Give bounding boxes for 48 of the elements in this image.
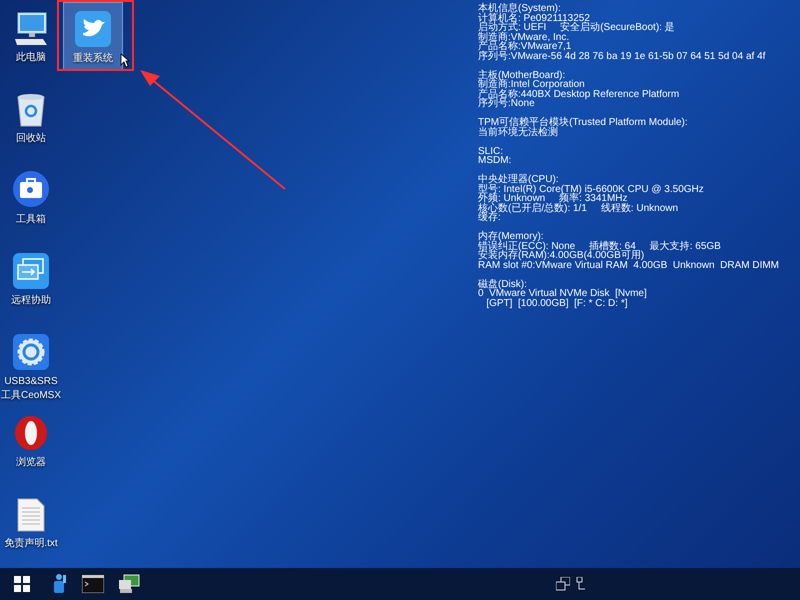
info-line: [GPT] [100.00GB] [F: * C: D: *] xyxy=(485,298,628,308)
info-line: 计算机名: Pe0921113252 xyxy=(478,14,590,23)
info-line: 0 VMware Virtual NVMe Disk [Nvme] xyxy=(478,289,648,298)
computer-icon xyxy=(13,12,49,46)
info-line: 产品名称:440BX Desktop Reference Platform xyxy=(478,90,680,99)
info-line: 型号: Intel(R) Core(TM) i5-6600K CPU @ 3.50GHz xyxy=(478,184,705,194)
info-line: 本机信息(System): xyxy=(478,4,562,14)
recycle-bin-icon xyxy=(16,93,46,127)
info-line: 产品名称:VMware7,1 xyxy=(478,42,572,52)
info-line: 内存(Memory): xyxy=(478,232,544,242)
info-line: 制造商:Intel Corporation xyxy=(478,80,585,90)
info-line: TPM可信赖平台模块(Trusted Platform Module): xyxy=(478,118,689,128)
info-line: SLIC: xyxy=(478,146,504,156)
info-line: 缓存: xyxy=(478,213,501,222)
info-line: 主板(MotherBoard): xyxy=(478,70,566,80)
info-line: 制造商:VMware, Inc. xyxy=(478,32,570,42)
info-line: 当前环境无法检测 xyxy=(478,128,559,137)
desktop-icon[interactable]: USB3&SRS 工具CeoMSX xyxy=(1,326,61,407)
desktop-icon[interactable]: 浏览器 xyxy=(1,407,61,474)
info-line: 外频: Unknown 频率: 3341MHz xyxy=(478,194,628,204)
info-line: 磁盘(Disk): xyxy=(478,280,528,289)
desktop-icon[interactable]: 工具箱 xyxy=(1,164,61,231)
gear-icon xyxy=(13,334,49,370)
desktop-icon[interactable]: 回收站 xyxy=(1,83,61,150)
bird-icon xyxy=(75,11,111,47)
mouse-pointer-icon xyxy=(120,53,130,68)
two-windows-icon[interactable] xyxy=(556,577,570,591)
desktop-icon[interactable]: 远程协助 xyxy=(1,245,61,312)
text-file-icon xyxy=(17,498,45,532)
network-computer-icon[interactable] xyxy=(118,574,140,594)
info-line: 序列号:VMware-56 4d 28 76 ba 19 1e 61-5b 07 64 51 5d 04 af 4f xyxy=(478,52,766,61)
info-line: RAM slot #0:VMware Virtual RAM 4.00GB Unknown DRAM DIMM xyxy=(478,260,780,270)
info-line: 中央处理器(CPU): xyxy=(478,175,559,184)
info-line: MSDM: xyxy=(478,156,512,166)
info-line: 核心数(已开启/总数): 1/1 线程数: Unknown xyxy=(478,204,680,213)
info-line: 错误纠正(ECC): None 插槽数: 64 最大支持: 65GB xyxy=(478,242,722,251)
browser-o-icon xyxy=(14,415,48,451)
start-windows-icon[interactable] xyxy=(14,576,30,592)
terminal-icon[interactable] xyxy=(82,575,104,593)
remote-screens-icon xyxy=(13,253,49,289)
toolbox-icon xyxy=(12,170,50,208)
info-line: 序列号:None xyxy=(478,99,536,108)
info-line: 安装内存(RAM):4.00GB(4.00GB可用) xyxy=(478,251,646,260)
desktop-icon[interactable]: 重装系统 xyxy=(63,2,123,71)
info-line: 启动方式: UEFI 安全启动(SecureBoot): 是 xyxy=(478,23,676,32)
desktop-icon[interactable]: 免责声明.txt xyxy=(1,488,61,555)
network-icon[interactable] xyxy=(576,577,586,591)
desktop-icon[interactable]: 此电脑 xyxy=(1,2,61,69)
